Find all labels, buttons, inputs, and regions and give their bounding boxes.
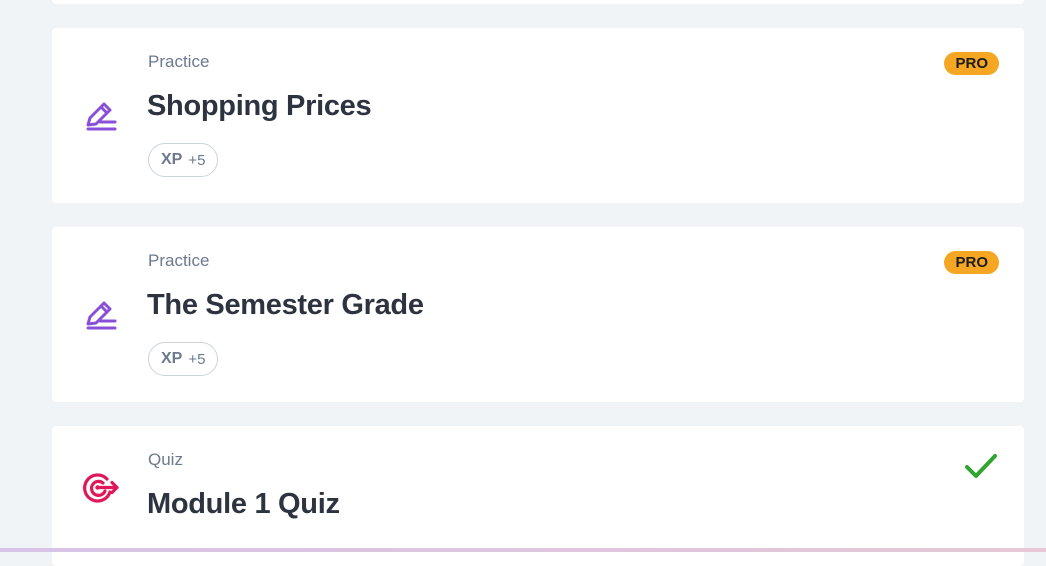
lesson-title[interactable]: Shopping Prices: [147, 90, 372, 123]
xp-label: XP: [161, 350, 183, 367]
lesson-card-shopping-prices[interactable]: Practice Shopping Prices XP +5 PRO: [52, 28, 1024, 203]
completed-check-icon: [965, 454, 997, 478]
lesson-type-label: Quiz: [148, 450, 183, 469]
lesson-type-label: Practice: [148, 251, 210, 270]
xp-value: +5: [188, 350, 206, 368]
pencil-lines-icon: [80, 95, 120, 135]
previous-card[interactable]: [52, 0, 1024, 4]
xp-label: XP: [161, 151, 183, 168]
xp-pill: XP +5: [148, 342, 219, 376]
pro-badge: PRO: [944, 251, 999, 274]
pencil-lines-icon: [80, 294, 120, 334]
lesson-card-semester-grade[interactable]: Practice The Semester Grade XP +5 PRO: [52, 227, 1024, 402]
bottom-divider: [0, 548, 1046, 552]
lesson-type-label: Practice: [148, 52, 210, 71]
lesson-card-module-1-quiz[interactable]: Quiz Module 1 Quiz: [52, 426, 1024, 566]
pro-badge: PRO: [944, 52, 999, 75]
lesson-title[interactable]: Module 1 Quiz: [147, 488, 340, 521]
lesson-title[interactable]: The Semester Grade: [147, 289, 424, 322]
xp-value: +5: [188, 151, 206, 169]
target-arrow-icon: [80, 468, 120, 508]
xp-pill: XP +5: [148, 143, 219, 177]
